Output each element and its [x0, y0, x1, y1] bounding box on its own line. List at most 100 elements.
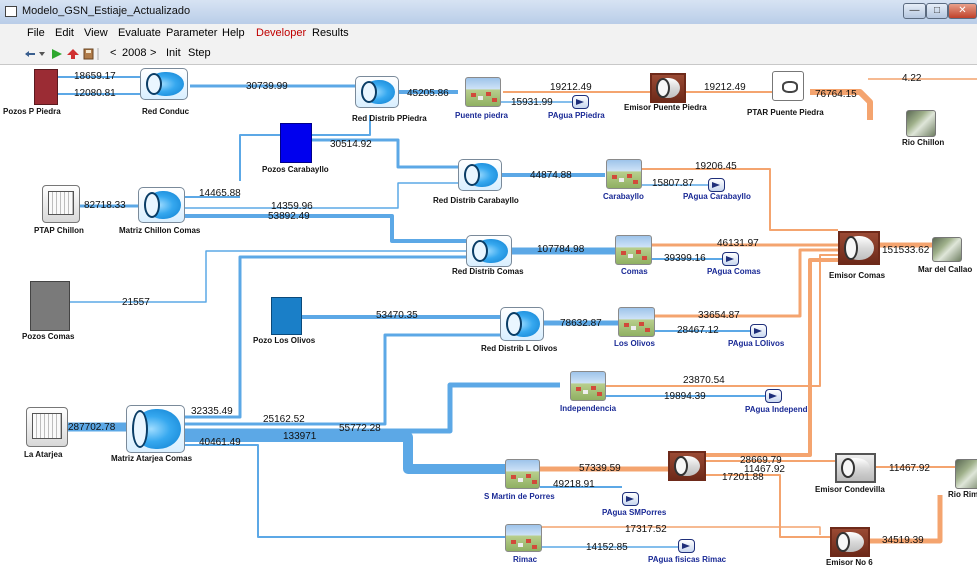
menu-developer[interactable]: Developer: [256, 27, 306, 39]
pozos-carabayllo-label: Pozos Carabayllo: [262, 165, 329, 174]
init-button[interactable]: Init: [166, 47, 181, 59]
flow-label: 12080.81: [74, 88, 116, 99]
pagua-comas-label: PAgua Comas: [707, 267, 761, 276]
rimac-label: Rimac: [513, 555, 538, 564]
pagua-independ-node[interactable]: [765, 389, 782, 403]
link-atarjea-rimac[interactable]: [185, 444, 505, 538]
run-icon[interactable]: [52, 49, 62, 59]
minimize-button[interactable]: —: [903, 3, 926, 19]
pozo-los-olivos-node[interactable]: [271, 297, 302, 335]
link-pozos-comas[interactable]: [70, 250, 466, 303]
menu-results[interactable]: Results: [312, 27, 349, 39]
comas-node[interactable]: [615, 235, 652, 265]
pagua-lolivos-node[interactable]: [750, 324, 767, 338]
flow-label: 39399.16: [664, 253, 706, 264]
flow-label: 53892.49: [268, 211, 310, 222]
carabayllo-label: Carabayllo: [603, 192, 644, 201]
emisor-condevilla-node[interactable]: [835, 453, 876, 483]
flow-label: 23870.54: [683, 375, 725, 386]
independencia-label: Independencia: [560, 404, 617, 413]
pozos-p-piedra-node[interactable]: [34, 69, 58, 105]
pagua-ppiedra-label: PAgua PPiedra: [548, 111, 605, 120]
flow-label: 14152.85: [586, 542, 628, 553]
pagua-carabayllo-node[interactable]: [708, 178, 725, 192]
flow-label: 15807.87: [652, 178, 694, 189]
red-distrib-comas-node[interactable]: [466, 235, 512, 267]
independencia-node[interactable]: [570, 371, 606, 401]
puente-piedra-label: Puente piedra: [455, 111, 508, 120]
year-prev-button[interactable]: <: [110, 47, 116, 59]
puente-piedra-node[interactable]: [465, 77, 501, 107]
la-atarjea-node[interactable]: [26, 407, 68, 447]
s-martin-de-porres-node[interactable]: [505, 459, 540, 489]
los-olivos-node[interactable]: [618, 307, 655, 337]
pagua-fisicas-rimac-label: PAgua fisicas Rimac: [648, 555, 727, 564]
up-arrow-icon[interactable]: [67, 49, 79, 59]
red-distrib-carabayllo-node[interactable]: [458, 159, 502, 191]
red-distrib-ppiedra-label: Red Distrib PPiedra: [352, 114, 427, 123]
maximize-button[interactable]: □: [926, 3, 948, 19]
matriz-chillon-comas-node[interactable]: [138, 187, 185, 223]
pagua-smporres-node[interactable]: [622, 492, 639, 506]
pozos-comas-node[interactable]: [30, 281, 70, 331]
rio-chillon-label: Rio Chillon: [902, 138, 945, 147]
flow-label: 287702.78: [68, 422, 116, 433]
emisor-puente-piedra-node[interactable]: [650, 73, 686, 103]
la-atarjea-label: La Atarjea: [24, 450, 63, 459]
rio-rimac-node[interactable]: [955, 459, 977, 489]
flow-label: 45205.86: [407, 88, 449, 99]
red-distrib-ppiedra-node[interactable]: [355, 76, 399, 108]
carabayllo-node[interactable]: [606, 159, 642, 189]
ptap-chillon-label: PTAP Chillon: [34, 226, 84, 235]
flow-label: 55772.28: [339, 423, 381, 434]
ptap-chillon-node[interactable]: [42, 185, 80, 223]
pagua-carabayllo-label: PAgua Carabayllo: [683, 192, 751, 201]
mar-del-callao-node[interactable]: [932, 237, 962, 262]
rio-rimac-label: Rio Rim: [948, 490, 977, 499]
pagua-fisicas-rimac-node[interactable]: [678, 539, 695, 553]
link-emisor-c-up[interactable]: [706, 258, 845, 457]
menu-parameter[interactable]: Parameter: [166, 27, 217, 39]
step-button[interactable]: Step: [188, 47, 211, 59]
red-conduc-node[interactable]: [140, 68, 188, 100]
emisor-comas-node[interactable]: [838, 231, 880, 265]
flow-label: 151533.62: [882, 245, 930, 256]
link-rimac-return[interactable]: [542, 526, 821, 535]
ptar-puente-piedra-node[interactable]: [772, 71, 804, 101]
dropdown-arrow-icon[interactable]: [39, 52, 45, 56]
step-back-icon[interactable]: [25, 51, 35, 57]
menu-edit[interactable]: Edit: [55, 27, 74, 39]
pagua-comas-node[interactable]: [722, 252, 739, 266]
title-bar: Modelo_GSN_Estiaje_Actualizado — □ ✕: [0, 0, 977, 25]
menu-file[interactable]: File: [27, 27, 45, 39]
emisor-no6-node[interactable]: [830, 527, 870, 557]
model-canvas[interactable]: Pozos P Piedra Red Conduc Red Distrib PP…: [0, 65, 977, 569]
pagua-ppiedra-node[interactable]: [572, 95, 589, 109]
menu-view[interactable]: View: [84, 27, 108, 39]
pozos-p-piedra-label: Pozos P Piedra: [3, 107, 61, 116]
rimac-node[interactable]: [505, 524, 542, 552]
flow-label: 18659.17: [74, 71, 116, 82]
emisor-smp-node[interactable]: [668, 451, 706, 481]
link-matriz-low[interactable]: [185, 214, 466, 243]
red-distrib-l-olivos-node[interactable]: [500, 307, 544, 341]
pozos-carabayllo-node[interactable]: [280, 123, 312, 163]
link-matriz-atarjea-up[interactable]: [185, 255, 466, 419]
close-button[interactable]: ✕: [948, 3, 977, 19]
flow-label: 19212.49: [550, 82, 592, 93]
save-icon[interactable]: [83, 48, 94, 60]
toolbar: < 2008 > Init Step: [0, 43, 977, 65]
flow-label: 25162.52: [263, 414, 305, 425]
flow-label: 57339.59: [579, 463, 621, 474]
flow-label: 19212.49: [704, 82, 746, 93]
matriz-atarjea-comas-node[interactable]: [126, 405, 185, 453]
los-olivos-label: Los Olivos: [614, 339, 655, 348]
emisor-condevilla-label: Emisor Condevilla: [815, 485, 885, 494]
rio-chillon-node[interactable]: [906, 110, 936, 137]
app-icon: [5, 6, 17, 17]
menu-help[interactable]: Help: [222, 27, 245, 39]
year-next-button[interactable]: >: [150, 47, 156, 59]
menu-evaluate[interactable]: Evaluate: [118, 27, 161, 39]
red-distrib-carabayllo-label: Red Distrib Carabayllo: [433, 196, 519, 205]
s-martin-de-porres-label: S Martin de Porres: [484, 492, 555, 501]
